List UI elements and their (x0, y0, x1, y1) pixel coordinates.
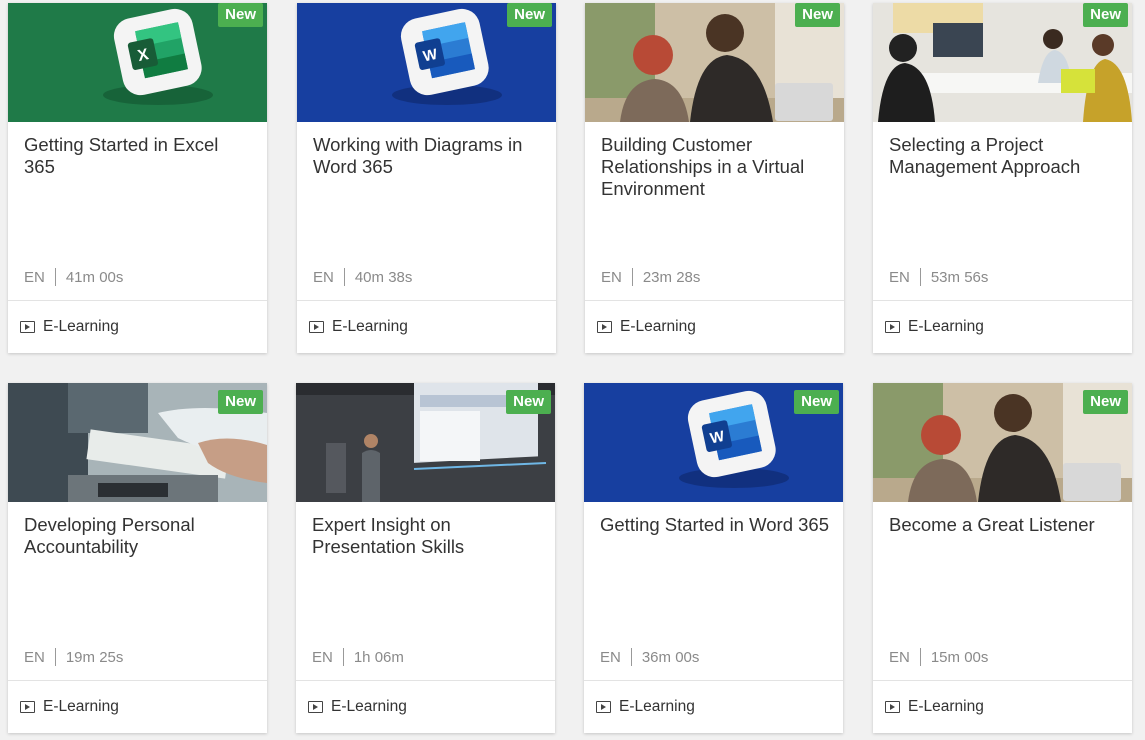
video-play-icon (20, 321, 35, 333)
language-label: EN (24, 648, 45, 666)
new-badge: New (794, 390, 839, 414)
course-thumbnail-word[interactable]: W New (297, 3, 556, 122)
course-title[interactable]: Become a Great Listener (889, 514, 1118, 536)
course-meta: EN 19m 25s (24, 648, 123, 666)
meta-divider (630, 648, 632, 666)
meta-divider (342, 648, 344, 666)
duration-label: 19m 25s (65, 648, 124, 666)
course-type-label: E-Learning (908, 318, 984, 335)
language-label: EN (889, 648, 910, 666)
meta-divider (919, 268, 921, 286)
course-card[interactable]: W New Working with Diagrams in Word 365 … (297, 3, 556, 353)
video-play-icon (308, 701, 323, 713)
course-title[interactable]: Getting Started in Excel 365 (24, 134, 253, 178)
new-badge: New (507, 3, 552, 27)
meta-divider (54, 268, 56, 286)
course-meta: EN 36m 00s (600, 648, 699, 666)
course-thumbnail-photo[interactable]: New (8, 383, 267, 502)
course-footer: E-Learning (297, 300, 556, 353)
duration-label: 41m 00s (65, 268, 124, 286)
course-type-label: E-Learning (908, 698, 984, 715)
course-meta: EN 41m 00s (24, 268, 123, 286)
course-meta: EN 15m 00s (889, 648, 988, 666)
course-title[interactable]: Selecting a Project Management Approach (889, 134, 1118, 178)
new-badge: New (1083, 390, 1128, 414)
language-label: EN (24, 268, 45, 286)
video-play-icon (596, 701, 611, 713)
course-title[interactable]: Building Customer Relationships in a Vir… (601, 134, 830, 200)
course-card[interactable]: W New Getting Started in Word 365 EN 36m… (584, 383, 843, 733)
video-play-icon (597, 321, 612, 333)
course-grid: X New Getting Started in Excel 365 EN 41… (0, 0, 1145, 740)
duration-label: 36m 00s (641, 648, 700, 666)
course-type-label: E-Learning (331, 698, 407, 715)
video-play-icon (885, 701, 900, 713)
course-thumbnail-photo[interactable]: New (585, 3, 844, 122)
language-label: EN (313, 268, 334, 286)
course-footer: E-Learning (584, 680, 843, 733)
course-footer: E-Learning (8, 680, 267, 733)
duration-label: 40m 38s (354, 268, 413, 286)
course-type-label: E-Learning (332, 318, 408, 335)
course-type-label: E-Learning (619, 698, 695, 715)
course-meta: EN 53m 56s (889, 268, 988, 286)
course-card[interactable]: New Developing Personal Accountability E… (8, 383, 267, 733)
new-badge: New (218, 3, 263, 27)
course-footer: E-Learning (8, 300, 267, 353)
course-type-label: E-Learning (620, 318, 696, 335)
course-card[interactable]: New Building Customer Relationships in a… (585, 3, 844, 353)
course-thumbnail-word[interactable]: W New (584, 383, 843, 502)
course-card[interactable]: X New Getting Started in Excel 365 EN 41… (8, 3, 267, 353)
new-badge: New (1083, 3, 1128, 27)
course-thumbnail-photo[interactable]: New (873, 383, 1132, 502)
video-play-icon (885, 321, 900, 333)
course-meta: EN 40m 38s (313, 268, 412, 286)
meta-divider (54, 648, 56, 666)
duration-label: 53m 56s (930, 268, 989, 286)
course-title[interactable]: Getting Started in Word 365 (600, 514, 829, 536)
course-footer: E-Learning (873, 300, 1132, 353)
course-title[interactable]: Expert Insight on Presentation Skills (312, 514, 541, 558)
new-badge: New (218, 390, 263, 414)
course-thumbnail-photo[interactable]: New (873, 3, 1132, 122)
video-play-icon (20, 701, 35, 713)
duration-label: 15m 00s (930, 648, 989, 666)
course-title[interactable]: Developing Personal Accountability (24, 514, 253, 558)
course-footer: E-Learning (296, 680, 555, 733)
language-label: EN (312, 648, 333, 666)
language-label: EN (600, 648, 621, 666)
language-label: EN (889, 268, 910, 286)
course-thumbnail-excel[interactable]: X New (8, 3, 267, 122)
new-badge: New (795, 3, 840, 27)
course-footer: E-Learning (873, 680, 1132, 733)
meta-divider (343, 268, 345, 286)
course-meta: EN 23m 28s (601, 268, 700, 286)
course-meta: EN 1h 06m (312, 648, 404, 666)
meta-divider (631, 268, 633, 286)
language-label: EN (601, 268, 622, 286)
meta-divider (919, 648, 921, 666)
duration-label: 1h 06m (353, 648, 404, 666)
new-badge: New (506, 390, 551, 414)
course-card[interactable]: New Become a Great Listener EN 15m 00s E… (873, 383, 1132, 733)
course-card[interactable]: New Expert Insight on Presentation Skill… (296, 383, 555, 733)
course-thumbnail-photo[interactable]: New (296, 383, 555, 502)
course-card[interactable]: New Selecting a Project Management Appro… (873, 3, 1132, 353)
course-footer: E-Learning (585, 300, 844, 353)
video-play-icon (309, 321, 324, 333)
duration-label: 23m 28s (642, 268, 701, 286)
course-type-label: E-Learning (43, 318, 119, 335)
course-title[interactable]: Working with Diagrams in Word 365 (313, 134, 542, 178)
course-type-label: E-Learning (43, 698, 119, 715)
